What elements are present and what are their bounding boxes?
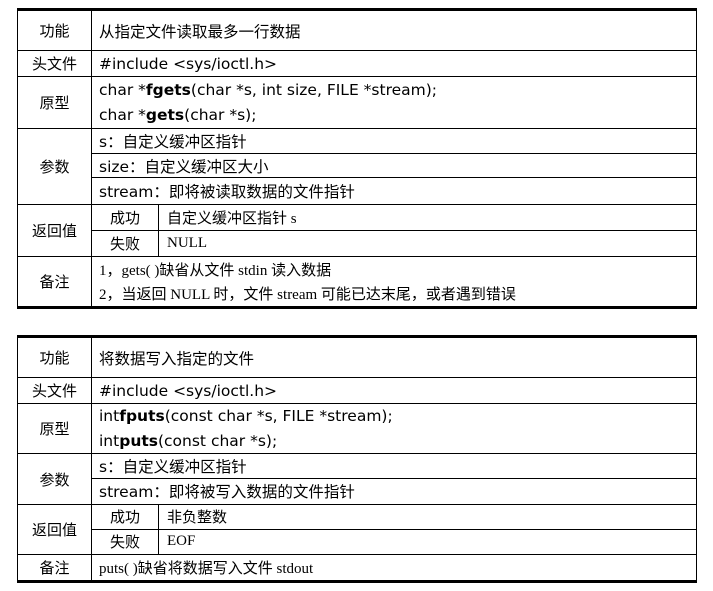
return-key: 成功	[92, 505, 159, 529]
param-item: stream：即将被读取数据的文件指针	[99, 183, 355, 202]
params-row: 参数 s：自定义缓冲区指针 stream：即将被写入数据的文件指针	[18, 454, 696, 505]
param-item: stream：即将被写入数据的文件指针	[99, 483, 355, 502]
function-value: 将数据写入指定的文件	[99, 349, 255, 368]
notes-label: 备注	[18, 555, 92, 580]
function-row: 功能 将数据写入指定的文件	[18, 338, 696, 378]
function-name: fputs	[119, 407, 165, 426]
return-label: 返回值	[18, 205, 92, 256]
prototype-label: 原型	[18, 77, 92, 128]
return-value: EOF	[167, 533, 196, 550]
function-value: 从指定文件读取最多一行数据	[99, 22, 301, 41]
notes-row: 备注 puts( )缺省将数据写入文件 stdout	[18, 555, 696, 580]
notes-label: 备注	[18, 257, 92, 306]
param-item: s：自定义缓冲区指针	[92, 129, 696, 154]
prototype-args: (char *s);	[184, 106, 257, 125]
param-item: size：自定义缓冲区大小	[92, 154, 696, 179]
return-label: 返回值	[18, 505, 92, 554]
prototype-line: int fputs (const char *s, FILE *stream);	[92, 404, 696, 429]
note-item: 2，当返回 NULL 时，文件 stream 可能已达末尾，或者遇到错误	[99, 287, 516, 303]
header-label: 头文件	[18, 378, 92, 403]
return-success: 成功 自定义缓冲区指针 s	[92, 205, 696, 231]
prototype-line: char * fgets (char *s, int size, FILE *str…	[92, 77, 696, 103]
return-failure: 失败 NULL	[92, 230, 696, 256]
params-label: 参数	[18, 454, 92, 504]
return-value: 非负整数	[167, 510, 228, 527]
param-item: s：自定义缓冲区指针	[92, 454, 696, 479]
fgets-gets-table: 功能 从指定文件读取最多一行数据 头文件 #include <sys/ioctl…	[17, 8, 697, 309]
prototype-args: (const char *s);	[157, 431, 278, 450]
function-name: fgets	[145, 80, 191, 99]
prototype-return-type: int	[99, 407, 120, 426]
prototype-args: (const char *s, FILE *stream);	[164, 407, 393, 426]
function-name: puts	[119, 431, 158, 450]
return-row: 返回值 成功 非负整数 失败 EOF	[18, 505, 696, 555]
note-item: puts( )缺省将数据写入文件 stdout	[99, 561, 314, 577]
prototype-label: 原型	[18, 404, 92, 453]
return-failure: 失败 EOF	[92, 529, 696, 554]
fputs-puts-table: 功能 将数据写入指定的文件 头文件 #include <sys/ioctl.h>…	[17, 335, 697, 583]
function-label: 功能	[18, 11, 92, 50]
header-row: 头文件 #include <sys/ioctl.h>	[18, 51, 696, 77]
function-label: 功能	[18, 338, 92, 377]
prototype-return-type: char *	[99, 106, 146, 125]
params-label: 参数	[18, 129, 92, 204]
header-label: 头文件	[18, 51, 92, 76]
prototype-line: char * gets (char *s);	[92, 103, 696, 129]
params-row: 参数 s：自定义缓冲区指针 size：自定义缓冲区大小 stream：即将被读取…	[18, 129, 696, 205]
return-key: 失败	[92, 529, 159, 554]
header-value: #include <sys/ioctl.h>	[99, 381, 278, 400]
prototype-row: 原型 int fputs (const char *s, FILE *stream…	[18, 404, 696, 454]
header-value: #include <sys/ioctl.h>	[99, 54, 278, 73]
prototype-args: (char *s, int size, FILE *stream);	[190, 80, 437, 99]
return-value: NULL	[167, 234, 207, 251]
return-success: 成功 非负整数	[92, 505, 696, 530]
note-item: 1，gets( )缺省从文件 stdin 读入数据	[99, 263, 332, 279]
return-row: 返回值 成功 自定义缓冲区指针 s 失败 NULL	[18, 205, 696, 257]
prototype-return-type: int	[99, 431, 120, 450]
prototype-return-type: char *	[99, 80, 146, 99]
prototype-line: int puts (const char *s);	[92, 429, 696, 454]
function-row: 功能 从指定文件读取最多一行数据	[18, 11, 696, 51]
return-value: 自定义缓冲区指针 s	[167, 210, 297, 227]
header-row: 头文件 #include <sys/ioctl.h>	[18, 378, 696, 404]
return-key: 失败	[92, 230, 159, 256]
prototype-row: 原型 char * fgets (char *s, int size, FILE *…	[18, 77, 696, 129]
return-key: 成功	[92, 205, 159, 230]
notes-row: 备注 1，gets( )缺省从文件 stdin 读入数据 2，当返回 NULL …	[18, 257, 696, 306]
function-name: gets	[145, 106, 185, 125]
